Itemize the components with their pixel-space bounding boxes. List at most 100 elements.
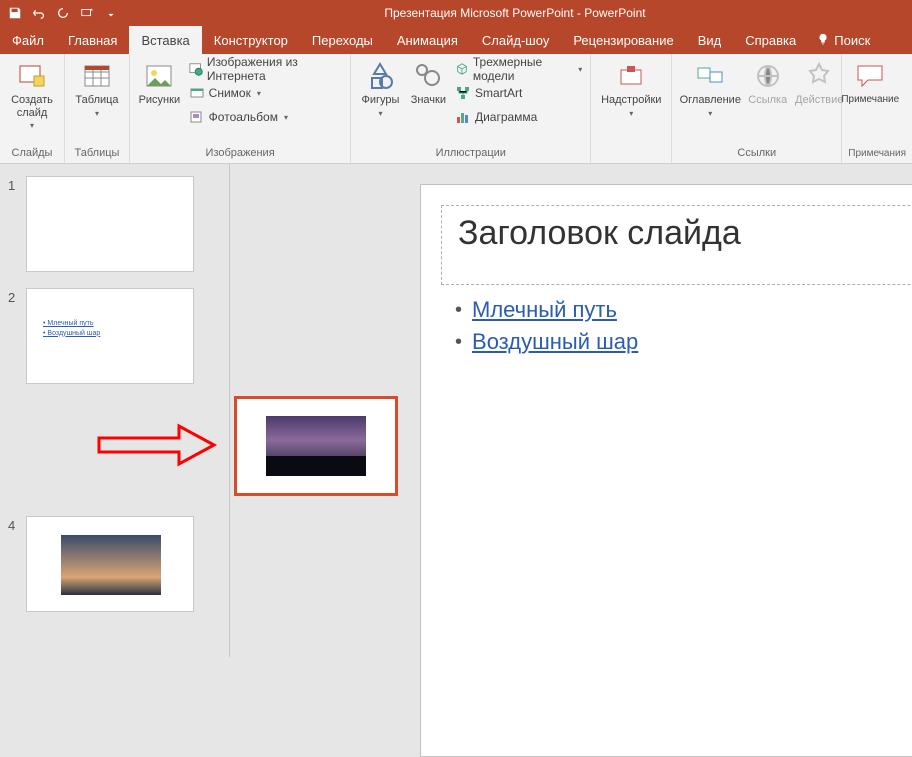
link-label: Ссылка: [748, 94, 787, 107]
new-slide-button[interactable]: Создать слайд ▾: [6, 58, 58, 132]
menu-bar: Файл Главная Вставка Конструктор Переход…: [0, 26, 912, 54]
screenshot-label: Снимок: [209, 86, 251, 100]
window-title: Презентация Microsoft PowerPoint - Power…: [122, 6, 908, 20]
ribbon-group-illustrations-label: Иллюстрации: [357, 145, 584, 161]
chevron-down-icon: ▾: [284, 113, 288, 122]
chevron-down-icon: ▾: [578, 65, 582, 74]
online-pictures-icon: [189, 61, 203, 77]
action-button: Действие: [793, 58, 845, 109]
hyperlink-1[interactable]: Млечный путь: [472, 297, 617, 323]
chart-label: Диаграмма: [475, 110, 537, 124]
dragged-thumbnail-slide-3[interactable]: [234, 396, 398, 496]
menu-home[interactable]: Главная: [56, 26, 129, 54]
ribbon-group-slides: Создать слайд ▾ Слайды: [0, 54, 65, 163]
screenshot-button[interactable]: Снимок ▾: [187, 82, 345, 104]
thumbnail-number: 1: [8, 176, 26, 193]
undo-icon[interactable]: [28, 2, 50, 24]
slide[interactable]: Заголовок слайда • Млечный путь • Воздуш…: [420, 184, 912, 757]
action-label: Действие: [795, 94, 843, 107]
thumbnail-slide-2[interactable]: • Млечный путь • Воздушный шар: [26, 288, 194, 384]
shapes-label: Фигуры: [362, 94, 400, 107]
menu-review[interactable]: Рецензирование: [561, 26, 685, 54]
menu-design[interactable]: Конструктор: [202, 26, 300, 54]
new-slide-icon: [16, 60, 48, 92]
menu-help[interactable]: Справка: [733, 26, 808, 54]
ribbon: Создать слайд ▾ Слайды Таблица ▾ Таблицы…: [0, 54, 912, 164]
redo-icon[interactable]: [52, 2, 74, 24]
action-icon: [803, 60, 835, 92]
link-icon: [752, 60, 784, 92]
menu-file[interactable]: Файл: [0, 26, 56, 54]
menu-transitions[interactable]: Переходы: [300, 26, 385, 54]
lightbulb-icon: [816, 33, 830, 47]
chevron-down-icon: ▾: [378, 109, 382, 118]
save-icon[interactable]: [4, 2, 26, 24]
addins-icon: [615, 60, 647, 92]
ribbon-group-links: Оглавление ▾ Ссылка Действие Ссылки: [672, 54, 842, 163]
chevron-down-icon: ▾: [95, 109, 99, 118]
table-label: Таблица: [75, 94, 118, 107]
comment-icon: [854, 60, 886, 92]
screenshot-icon: [189, 85, 205, 101]
menu-view[interactable]: Вид: [686, 26, 734, 54]
toc-icon: [694, 60, 726, 92]
chart-button[interactable]: Диаграмма: [453, 106, 584, 128]
slide-body[interactable]: • Млечный путь • Воздушный шар: [455, 297, 638, 361]
photo-album-button[interactable]: Фотоальбом ▾: [187, 106, 345, 128]
addins-button[interactable]: Надстройки ▾: [597, 58, 665, 120]
annotation-arrow: [94, 420, 224, 470]
ribbon-group-comments: Примечание Примечания: [842, 54, 912, 163]
addins-label: Надстройки: [601, 94, 661, 107]
slide-title-placeholder[interactable]: Заголовок слайда: [441, 205, 912, 285]
ribbon-group-addins-label: [597, 157, 665, 161]
chevron-down-icon: ▾: [708, 109, 712, 118]
ribbon-group-links-label: Ссылки: [678, 145, 835, 161]
online-pictures-button[interactable]: Изображения из Интернета: [187, 58, 345, 80]
thumbnail-number: 4: [8, 516, 26, 533]
menu-search-label: Поиск: [834, 33, 870, 48]
thumbnail-image: [61, 535, 161, 595]
icons-button[interactable]: Значки: [408, 58, 449, 109]
3d-models-button[interactable]: Трехмерные модели ▾: [453, 58, 584, 80]
ribbon-group-comments-label: Примечания: [848, 146, 906, 161]
photo-album-label: Фотоальбом: [209, 110, 278, 124]
comment-label: Примечание: [841, 94, 899, 106]
pictures-button[interactable]: Рисунки: [136, 58, 183, 109]
pictures-icon: [143, 60, 175, 92]
ribbon-group-addins: Надстройки ▾: [591, 54, 672, 163]
ribbon-group-illustrations: Фигуры ▾ Значки Трехмерные модели ▾ Smar…: [351, 54, 591, 163]
icons-icon: [412, 60, 444, 92]
shapes-icon: [364, 60, 396, 92]
dragged-thumbnail-image: [266, 416, 366, 476]
thumbnail-slide-4[interactable]: [26, 516, 194, 612]
slide-title-text: Заголовок слайда: [458, 214, 912, 253]
hyperlink-2[interactable]: Воздушный шар: [472, 329, 638, 355]
menu-search[interactable]: Поиск: [808, 26, 878, 54]
smartart-button[interactable]: SmartArt: [453, 82, 584, 104]
shapes-button[interactable]: Фигуры ▾: [357, 58, 404, 120]
menu-animations[interactable]: Анимация: [385, 26, 470, 54]
ribbon-group-tables: Таблица ▾ Таблицы: [65, 54, 130, 163]
link-button: Ссылка: [746, 58, 789, 109]
smartart-label: SmartArt: [475, 86, 522, 100]
menu-slideshow[interactable]: Слайд-шоу: [470, 26, 561, 54]
ribbon-group-slides-label: Слайды: [6, 145, 58, 161]
menu-insert[interactable]: Вставка: [129, 26, 201, 54]
ribbon-group-images: Рисунки Изображения из Интернета Снимок …: [130, 54, 351, 163]
start-from-beginning-icon[interactable]: [76, 2, 98, 24]
photo-album-icon: [189, 109, 205, 125]
thumbnail-number: 2: [8, 288, 26, 305]
bullet-icon: •: [455, 299, 462, 322]
table-button[interactable]: Таблица ▾: [71, 58, 123, 120]
ribbon-group-images-label: Изображения: [136, 145, 344, 161]
qat-dropdown-icon[interactable]: [100, 2, 122, 24]
toc-button[interactable]: Оглавление ▾: [678, 58, 742, 120]
3d-models-label: Трехмерные модели: [473, 55, 572, 83]
ribbon-group-tables-label: Таблицы: [71, 145, 123, 161]
bullet-icon: •: [455, 331, 462, 354]
thumbnail-slide-1[interactable]: [26, 176, 194, 272]
title-bar: Презентация Microsoft PowerPoint - Power…: [0, 0, 912, 26]
thumbnail-pane: 1 2 • Млечный путь • Воздушный шар 4: [0, 164, 230, 657]
comment-button[interactable]: Примечание: [848, 58, 892, 108]
table-icon: [81, 60, 113, 92]
